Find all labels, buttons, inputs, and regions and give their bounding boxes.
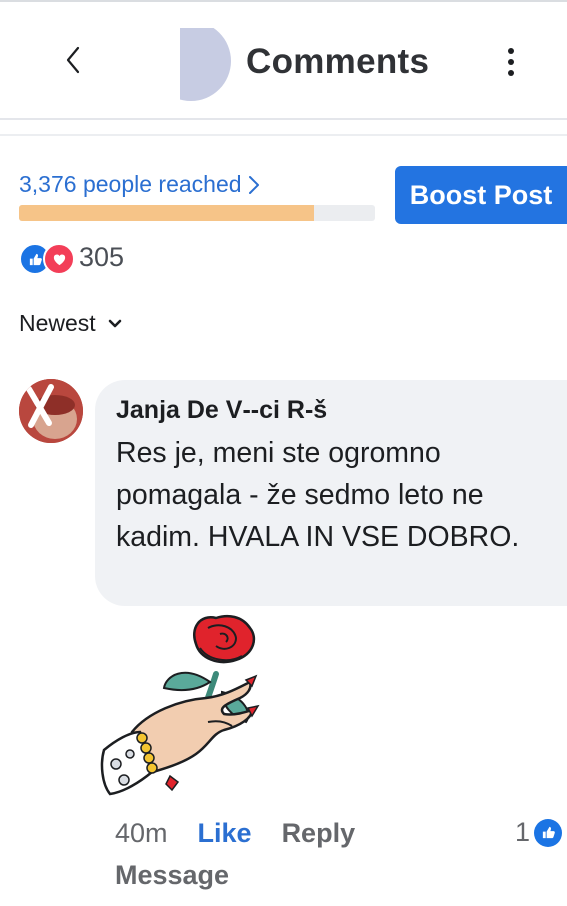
people-reached-link[interactable]: 3,376 people reached [19,171,260,198]
comment-like-count[interactable]: 1 [515,817,563,848]
chevron-left-icon [66,46,80,74]
back-button[interactable] [55,40,91,80]
reach-progress-fill [19,205,315,221]
commenter-avatar[interactable] [19,379,83,443]
comment-time: 40m [115,818,168,848]
message-button[interactable]: Message [115,860,229,891]
like-reaction-icon [534,818,563,847]
comment-text: Res je, meni ste ogromno pomagala - že s… [116,437,520,553]
chevron-down-icon [108,319,122,327]
more-options-button[interactable] [496,40,526,84]
sort-label: Newest [19,310,96,336]
reaction-icons [19,240,75,275]
comments-screen: Comments 3,376 people reached Boost Post [0,0,567,906]
comment-bubble[interactable]: Janja De V‑‑ci R‑š Res je, meni ste ogro… [95,380,567,606]
comment-actions: 40m Like Reply [115,818,355,849]
hand-holding-rose-sticker [96,604,286,804]
reply-button[interactable]: Reply [282,818,356,849]
comment-author[interactable]: Janja De V‑‑ci R‑š [116,396,327,425]
love-reaction-icon [43,243,75,275]
chevron-right-icon [248,175,259,194]
page-avatar [150,20,232,102]
app-header: Comments [0,2,567,118]
page-title: Comments [246,42,430,81]
vertical-dots-icon [508,48,514,54]
reactions-summary[interactable]: 305 [19,240,125,275]
comment-like-number: 1 [515,817,531,847]
vertical-dots-icon [508,59,514,65]
header-divider [0,118,567,120]
boost-post-button[interactable]: Boost Post [395,166,567,224]
sort-dropdown[interactable]: Newest [19,310,122,337]
section-divider [0,134,567,136]
vertical-dots-icon [508,70,514,76]
people-reached-label: 3,376 people reached [19,171,242,197]
like-button[interactable]: Like [198,818,252,849]
reach-progress-bar [19,205,375,221]
reaction-count: 305 [79,241,125,272]
